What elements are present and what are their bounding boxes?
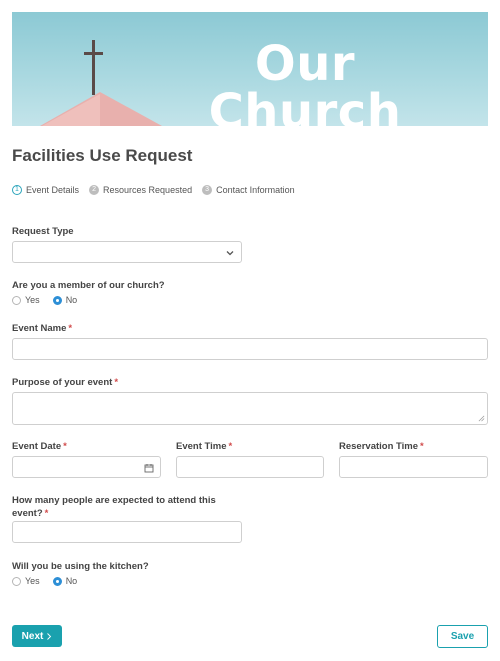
form-title: Facilities Use Request <box>12 146 193 165</box>
event-date-label-text: Event Date <box>12 441 62 452</box>
next-button[interactable]: Next <box>12 625 62 647</box>
event-time-input[interactable] <box>176 456 324 478</box>
attendance-label-line2: event? <box>12 508 43 519</box>
member-no-option[interactable]: No <box>52 295 78 305</box>
save-button[interactable]: Save <box>437 625 488 648</box>
radio-no[interactable] <box>52 295 62 305</box>
event-name-label-text: Event Name <box>12 323 67 334</box>
next-button-label: Next <box>21 630 44 642</box>
event-time-label: Event Time * <box>176 441 232 452</box>
step-number: 3 <box>202 185 213 195</box>
member-question-label: Are you a member of our church? <box>12 280 165 291</box>
event-name-label: Event Name * <box>12 323 72 334</box>
header-banner: Our Church <box>12 12 488 126</box>
save-button-label: Save <box>450 631 475 642</box>
radio-yes-label: Yes <box>25 295 40 305</box>
radio-no[interactable] <box>52 576 62 586</box>
required-marker: * <box>114 377 119 388</box>
member-yes-option[interactable]: Yes <box>12 295 40 305</box>
radio-yes[interactable] <box>12 576 21 586</box>
chevron-down-icon <box>226 251 234 256</box>
radio-yes-label: Yes <box>25 576 40 586</box>
request-type-select[interactable] <box>12 241 242 263</box>
required-marker: * <box>44 508 49 519</box>
kitchen-question-label: Will you be using the kitchen? <box>12 561 149 572</box>
required-marker: * <box>228 441 233 452</box>
chevron-right-icon <box>47 632 52 640</box>
member-radio-group: Yes No <box>12 295 85 305</box>
step-label: Resources Requested <box>103 185 193 195</box>
step-resources-requested[interactable]: 2 Resources Requested <box>89 185 192 195</box>
reservation-time-input[interactable] <box>339 456 488 478</box>
calendar-icon[interactable] <box>144 463 154 473</box>
purpose-textarea[interactable] <box>12 392 488 425</box>
required-marker: * <box>63 441 67 452</box>
request-type-label-text: Request Type <box>12 226 74 237</box>
kitchen-yes-option[interactable]: Yes <box>12 576 40 586</box>
reservation-time-label-text: Reservation Time <box>339 441 419 452</box>
event-time-label-text: Event Time <box>176 441 227 452</box>
radio-no-label: No <box>65 295 78 305</box>
resize-handle-icon[interactable] <box>478 415 485 422</box>
step-progress: 1 Event Details 2 Resources Requested 3 … <box>12 185 299 195</box>
event-date-input[interactable] <box>12 456 161 478</box>
attendance-input[interactable] <box>12 521 242 543</box>
radio-no-label: No <box>65 576 78 586</box>
reservation-time-label: Reservation Time * <box>339 441 424 452</box>
step-label: Contact Information <box>216 185 295 195</box>
banner-title: Our Church <box>208 36 402 126</box>
required-marker: * <box>420 441 424 452</box>
event-date-label: Event Date * <box>12 441 67 452</box>
step-label: Event Details <box>26 185 80 195</box>
attendance-label-line1: How many people are expected to attend t… <box>12 495 216 506</box>
member-question-text: Are you a member of our church? <box>12 280 165 291</box>
required-marker: * <box>68 323 73 334</box>
event-name-input[interactable] <box>12 338 488 360</box>
step-number: 1 <box>12 185 22 195</box>
kitchen-question-text: Will you be using the kitchen? <box>12 561 149 572</box>
step-number: 2 <box>89 185 100 195</box>
purpose-label: Purpose of your event * <box>12 377 118 388</box>
step-contact-information[interactable]: 3 Contact Information <box>202 185 295 195</box>
step-event-details[interactable]: 1 Event Details <box>12 185 79 195</box>
kitchen-radio-group: Yes No <box>12 576 85 586</box>
radio-yes[interactable] <box>12 295 21 305</box>
request-type-label: Request Type <box>12 226 74 237</box>
kitchen-no-option[interactable]: No <box>52 576 78 586</box>
purpose-label-text: Purpose of your event <box>12 377 113 388</box>
attendance-label: How many people are expected to attend t… <box>12 494 216 520</box>
